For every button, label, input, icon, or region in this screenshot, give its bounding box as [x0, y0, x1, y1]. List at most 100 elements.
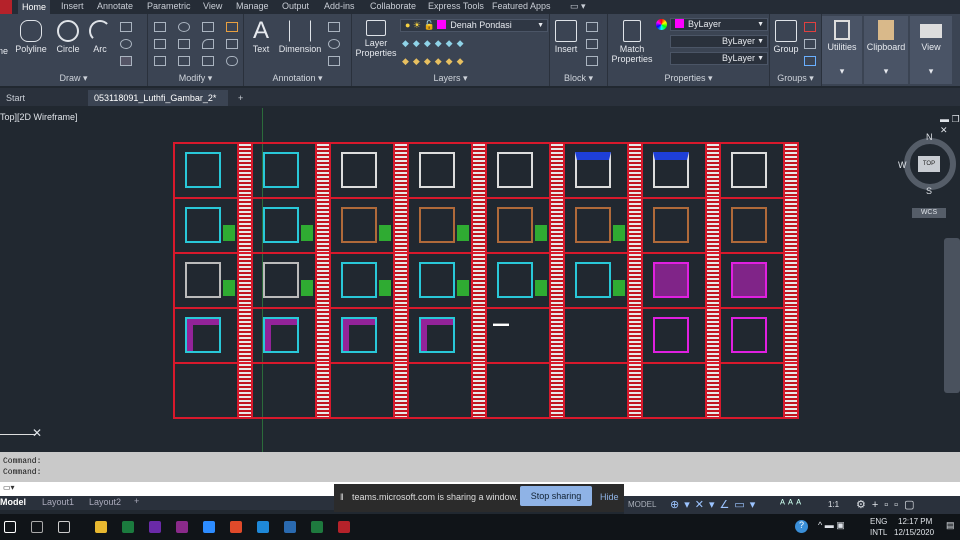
drawing-sheet[interactable] — [173, 142, 253, 199]
drawing-sheet[interactable] — [251, 252, 331, 309]
ellipse-icon[interactable] — [120, 39, 132, 49]
drawing-sheet[interactable] — [563, 362, 643, 419]
annotation-scale[interactable]: 1:1 — [828, 500, 839, 509]
ribbon-tab-output[interactable]: Output — [282, 1, 309, 11]
stop-sharing-button[interactable]: Stop sharing — [520, 486, 592, 506]
move-icon[interactable] — [154, 22, 166, 32]
drawing-sheet[interactable] — [485, 197, 565, 254]
ribbon-tab-annotate[interactable]: Annotate — [97, 1, 133, 11]
drafting-toggles[interactable]: ⊕▾✕▾∠▭▾ — [670, 498, 760, 511]
excel-icon[interactable] — [311, 521, 323, 533]
insert-button[interactable]: Insert — [552, 20, 580, 54]
drawing-sheet[interactable] — [485, 252, 565, 309]
draw-panel-label[interactable]: Draw ▾ — [0, 73, 147, 84]
linear-dim-icon[interactable] — [328, 22, 340, 32]
drawing-sheet[interactable] — [251, 197, 331, 254]
app-logo[interactable] — [0, 0, 12, 14]
scale-icon[interactable] — [178, 56, 190, 66]
group-selection-icon[interactable] — [804, 56, 816, 66]
edit-block-icon[interactable] — [586, 39, 598, 49]
drawing-sheet[interactable] — [719, 362, 799, 419]
copy-icon[interactable] — [154, 39, 166, 49]
circle-button[interactable]: Circle — [54, 20, 82, 54]
tab-model[interactable]: Model — [0, 497, 26, 507]
match-properties-button[interactable]: Match Properties — [610, 20, 654, 64]
drawing-sheet[interactable] — [563, 142, 643, 199]
chrome-icon[interactable] — [230, 521, 242, 533]
new-tab-button[interactable]: + — [232, 90, 249, 106]
search-icon[interactable] — [31, 521, 43, 533]
hatch-icon[interactable] — [120, 56, 132, 66]
ribbon-tab-add-ins[interactable]: Add-ins — [324, 1, 355, 11]
ribbon-tab-view[interactable]: View — [203, 1, 222, 11]
layer-tools-row-1[interactable]: ◆◆◆◆◆◆ — [402, 38, 542, 50]
language-2[interactable]: INTL — [870, 528, 887, 537]
drawing-sheet[interactable] — [719, 142, 799, 199]
tray-icons[interactable]: ^ ▬ ▣ — [818, 520, 845, 531]
drawing-sheet[interactable]: ▬▬ — [485, 307, 565, 364]
properties-panel-label[interactable]: Properties ▾ — [608, 73, 769, 84]
ribbon-tab-manage[interactable]: Manage — [236, 1, 269, 11]
line-button[interactable]: ne — [0, 46, 8, 56]
clipboard-button[interactable]: Clipboard ▾ — [864, 16, 908, 84]
trim-icon[interactable] — [202, 22, 214, 32]
viewcube-top[interactable]: TOP — [918, 156, 940, 172]
photos-icon[interactable] — [284, 521, 296, 533]
drawing-sheet[interactable] — [329, 307, 409, 364]
layer-properties-button[interactable]: Layer Properties — [354, 20, 398, 58]
ribbon-tab-parametric[interactable]: Parametric — [147, 1, 191, 11]
polyline-button[interactable]: Polyline — [14, 20, 48, 54]
tab-start[interactable]: Start — [0, 90, 86, 106]
drag-handle-icon[interactable]: ‖ — [340, 492, 344, 502]
groups-panel-label[interactable]: Groups ▾ — [770, 73, 821, 84]
drawing-sheet[interactable] — [641, 307, 721, 364]
view-button[interactable]: View ▾ — [910, 16, 952, 84]
linetype-dropdown[interactable]: ByLayer ▼ — [670, 35, 768, 48]
navigation-bar[interactable] — [944, 238, 960, 393]
ribbon-tab-express-tools[interactable]: Express Tools — [428, 1, 484, 11]
rectangle-icon[interactable] — [120, 22, 132, 32]
clock-date[interactable]: 12/15/2020 — [894, 528, 934, 537]
layer-tools-row-2[interactable]: ◆◆◆◆◆◆ — [402, 56, 542, 68]
arc-button[interactable]: Arc — [88, 20, 112, 54]
ribbon-tab-insert[interactable]: Insert — [61, 1, 84, 11]
leader-icon[interactable] — [328, 39, 340, 49]
new-layout-button[interactable]: + — [134, 496, 139, 506]
block-panel-label[interactable]: Block ▾ — [550, 73, 607, 84]
after-effects-icon[interactable] — [149, 521, 161, 533]
utilities-button[interactable]: Utilities ▾ — [822, 16, 862, 84]
help-icon[interactable]: ? — [795, 520, 808, 533]
annotation-icons[interactable]: ᴬ ᴬ ᴬ — [780, 498, 801, 510]
hide-button[interactable]: Hide — [600, 492, 619, 502]
drawing-sheet[interactable] — [485, 142, 565, 199]
explode-icon[interactable] — [226, 39, 238, 49]
erase-icon[interactable] — [226, 22, 238, 32]
offset-icon[interactable] — [226, 56, 238, 66]
drawing-sheet[interactable] — [407, 307, 487, 364]
rotate-icon[interactable] — [178, 22, 190, 32]
drawing-sheet[interactable] — [173, 252, 253, 309]
drawing-sheet[interactable] — [251, 362, 331, 419]
annotation-panel-label[interactable]: Annotation ▾ — [244, 73, 351, 84]
ribbon-tab-collaborate[interactable]: Collaborate — [370, 1, 416, 11]
ribbon-tab-featured-apps[interactable]: Featured Apps — [492, 1, 551, 11]
notifications-icon[interactable]: ▤ — [946, 520, 955, 531]
drawing-sheet[interactable] — [563, 307, 643, 364]
wcs-menu[interactable]: WCS — [912, 208, 946, 218]
drawing-sheet[interactable] — [719, 252, 799, 309]
drawing-sheet[interactable] — [173, 307, 253, 364]
drawing-sheet[interactable] — [407, 197, 487, 254]
layers-panel-label[interactable]: Layers ▾ — [352, 73, 549, 84]
drawing-sheet[interactable] — [719, 197, 799, 254]
dimension-button[interactable]: Dimension — [278, 20, 322, 54]
drawing-sheet[interactable] — [563, 197, 643, 254]
ribbon-tab-home[interactable]: Home — [18, 0, 51, 14]
drawing-sheet[interactable] — [407, 362, 487, 419]
color-dropdown[interactable]: ByLayer ▼ — [670, 18, 768, 31]
viewport-label[interactable]: Top][2D Wireframe] — [0, 112, 78, 122]
stretch-icon[interactable] — [154, 56, 166, 66]
table-icon[interactable] — [328, 56, 340, 66]
drawing-sheet[interactable] — [329, 142, 409, 199]
audition-icon[interactable] — [122, 521, 134, 533]
ungroup-icon[interactable] — [804, 22, 816, 32]
